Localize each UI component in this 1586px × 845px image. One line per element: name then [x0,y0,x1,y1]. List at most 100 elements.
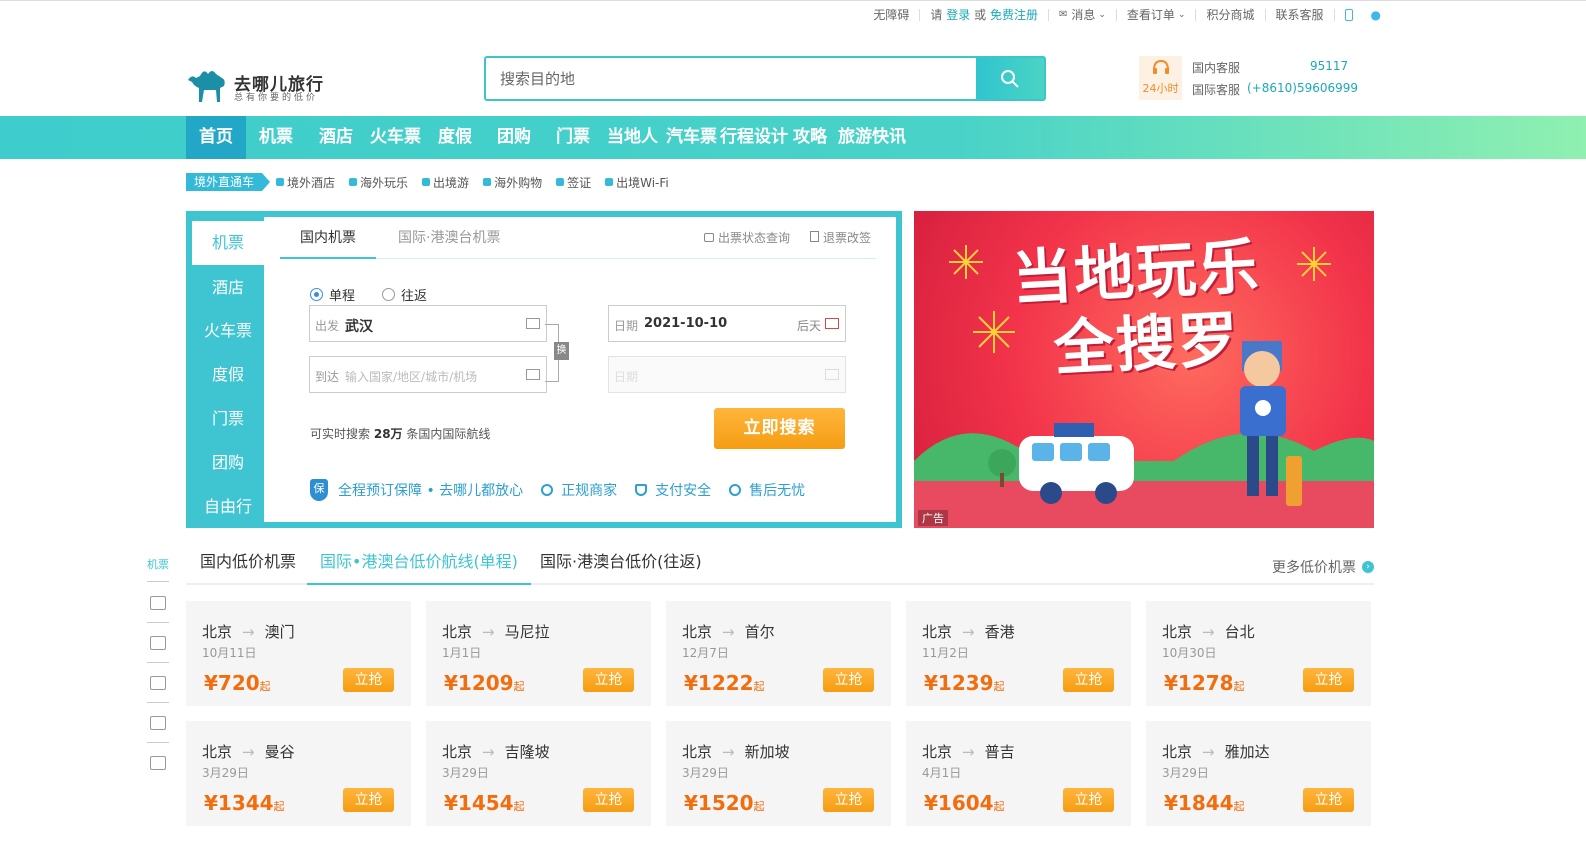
subnav-item-overseas-hotels[interactable]: 境外酒店 [276,174,335,191]
landmark-icon[interactable] [150,676,166,690]
subnav-item-wifi[interactable]: 出境Wi-Fi [605,174,669,191]
flight-card[interactable]: 北京 → 首尔 12月7日 ¥1222起 立抢 [666,601,891,706]
login-link[interactable]: 登录 [946,6,970,23]
grab-button[interactable]: 立抢 [343,788,394,812]
please-text: 请 [930,8,943,22]
tab-intl-one-way[interactable]: 国际•港澳台低价航线(单程) [307,545,531,585]
map-icon[interactable] [150,756,166,770]
grab-button[interactable]: 立抢 [823,668,874,692]
logo[interactable]: 去哪儿旅行 总有你要的低价 [186,66,336,106]
flight-card[interactable]: 北京 → 普吉 4月1日 ¥1604起 立抢 [906,721,1131,826]
flight-card[interactable]: 北京 → 雅加达 3月29日 ¥1844起 立抢 [1146,721,1371,826]
side-tab-flights[interactable]: 机票 [192,221,264,265]
more-flights-link[interactable]: 更多低价机票 › [1272,557,1374,577]
messages-menu[interactable]: 消息 [1071,6,1095,23]
swap-button[interactable]: 换 [554,342,569,360]
tab-intl-flights[interactable]: 国际·港澳台机票 [398,217,500,259]
round-trip-radio[interactable]: 往返 [382,285,427,304]
city-list-icon[interactable] [526,318,540,329]
grab-button[interactable]: 立抢 [1303,668,1354,692]
nav-guides[interactable]: 攻略 [792,116,828,159]
nav-bus[interactable]: 汽车票 [666,116,717,159]
destination-city: 首尔 [744,623,775,641]
grab-button[interactable]: 立抢 [1303,788,1354,812]
date-field[interactable]: 日期 2021-10-10 后天 [608,305,846,342]
side-tab-hotels[interactable]: 酒店 [192,266,264,310]
side-tab-group-buy[interactable]: 团购 [192,441,264,485]
grab-button[interactable]: 立抢 [1063,668,1114,692]
tab-domestic-low-price[interactable]: 国内低价机票 [200,545,296,585]
guarantee-label: 售后无忧 [749,483,806,499]
hotel-floor-icon[interactable] [150,596,166,610]
tab-domestic-flights[interactable]: 国内机票 [280,217,376,259]
nav-itinerary[interactable]: 行程设计 [720,116,788,159]
guarantee-merchant[interactable]: 正规商家 [541,480,617,500]
flight-card[interactable]: 北京 → 马尼拉 1月1日 ¥1209起 立抢 [426,601,651,706]
floor-nav-flights[interactable]: 机票 [147,556,169,572]
subnav-item-visa[interactable]: 签证 [556,174,591,191]
grab-button[interactable]: 立抢 [1063,788,1114,812]
origin-city: 北京 [682,743,713,761]
flight-card[interactable]: 北京 → 新加坡 3月29日 ¥1520起 立抢 [666,721,891,826]
points-mall-link[interactable]: 积分商城 [1206,6,1254,23]
flight-card[interactable]: 北京 → 香港 11月2日 ¥1239起 立抢 [906,601,1131,706]
guarantee-full[interactable]: 保全程预订保障 • 去哪儿都放心 [310,479,523,501]
city-list-icon[interactable] [526,369,540,380]
one-way-radio[interactable]: 单程 [310,285,355,304]
search-button[interactable] [976,58,1044,99]
subnav-item-outbound-tour[interactable]: 出境游 [422,174,469,191]
customer-service: 24小时 国内客服 95117 国际客服 (+8610)59606999 [1139,56,1358,100]
book-icon[interactable] [150,716,166,730]
register-link[interactable]: 免费注册 [990,6,1038,23]
nav-hotels[interactable]: 酒店 [318,116,354,159]
nav-trains[interactable]: 火车票 [370,116,421,159]
promo-banner[interactable]: 当地玩乐 全搜罗 广告 [914,211,1374,528]
banner-line-2: 全搜罗 [1052,304,1242,385]
tab-intl-round-trip[interactable]: 国际·港澳台低价(往返) [540,545,702,585]
nav-vacation[interactable]: 度假 [437,116,473,159]
flight-card[interactable]: 北京 → 澳门 10月11日 ¥720起 立抢 [186,601,411,706]
nav-flights[interactable]: 机票 [258,116,294,159]
grab-button[interactable]: 立抢 [343,668,394,692]
nav-news[interactable]: 旅游快讯 [838,116,906,159]
grab-button[interactable]: 立抢 [583,788,634,812]
nav-locals[interactable]: 当地人 [607,116,658,159]
flight-card[interactable]: 北京 → 台北 10月30日 ¥1278起 立抢 [1146,601,1371,706]
ticket-status-link[interactable]: 出票状态查询 [704,229,790,246]
calendar-icon[interactable] [825,318,839,329]
search-flights-button[interactable]: 立即搜索 [714,408,845,449]
palm-tree-icon[interactable] [150,636,166,650]
intl-label: 国际客服 [1192,83,1241,97]
nav-home[interactable]: 首页 [186,116,246,159]
flight-date: 1月1日 [442,646,482,660]
chevron-down-icon: ⌄ [1177,9,1186,20]
divider [147,581,169,582]
price-value: 1278 [1177,671,1234,695]
subnav-item-overseas-fun[interactable]: 海外玩乐 [349,174,408,191]
side-tab-vacation[interactable]: 度假 [192,353,264,397]
orders-menu[interactable]: 查看订单 [1127,6,1175,23]
side-tab-tickets[interactable]: 门票 [192,397,264,441]
subnav-label: 海外购物 [494,175,543,190]
wechat-icon[interactable]: ● [1371,8,1381,22]
side-tab-trains[interactable]: 火车票 [192,309,264,353]
contact-link[interactable]: 联系客服 [1276,6,1324,23]
grab-button[interactable]: 立抢 [823,788,874,812]
guarantee-after-sales[interactable]: 售后无忧 [729,480,805,500]
guarantee-payment[interactable]: 支付安全 [635,480,711,500]
arrival-field[interactable]: 到达 输入国家/地区/城市/机场 [309,356,547,393]
subnav-item-overseas-shopping[interactable]: 海外购物 [483,174,542,191]
departure-field[interactable]: 出发 武汉 [309,305,547,342]
nav-group-buy[interactable]: 团购 [496,116,532,159]
grab-button[interactable]: 立抢 [583,668,634,692]
nav-tickets[interactable]: 门票 [555,116,591,159]
side-tab-free-travel[interactable]: 自由行 [192,485,264,529]
accessibility-link[interactable]: 无障碍 [873,6,909,23]
divider [1115,8,1117,21]
flight-card[interactable]: 北京 → 吉隆坡 3月29日 ¥1454起 立抢 [426,721,651,826]
refund-change-link[interactable]: 退票改签 [810,229,871,246]
flight-date: 10月30日 [1162,646,1217,660]
mobile-icon[interactable] [1344,8,1353,21]
search-input[interactable] [486,58,976,99]
flight-card[interactable]: 北京 → 曼谷 3月29日 ¥1344起 立抢 [186,721,411,826]
